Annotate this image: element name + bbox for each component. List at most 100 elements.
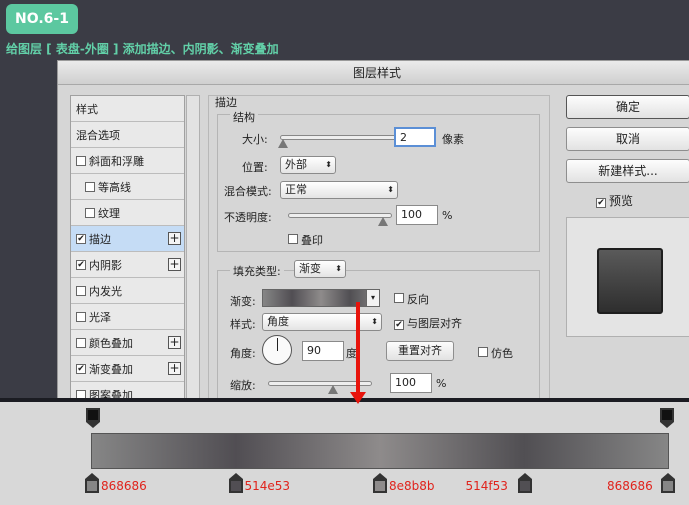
gradient-dropdown-icon[interactable]: ▾ xyxy=(366,289,380,307)
checkbox-icon: ✔ xyxy=(394,320,404,330)
checkbox-icon[interactable] xyxy=(76,155,86,166)
updown-icon: ⬍ xyxy=(325,160,332,169)
reverse-checkbox[interactable]: 反向 xyxy=(394,291,429,307)
dialog-title: 图层样式 xyxy=(58,61,689,85)
overprint-label: 叠印 xyxy=(301,234,323,247)
plus-icon[interactable]: + xyxy=(168,362,181,375)
style-item-0[interactable]: 样式 xyxy=(71,96,184,122)
checkbox-icon[interactable]: ✔ xyxy=(76,363,86,374)
style-preview xyxy=(566,217,689,337)
style-item-10[interactable]: ✔ 渐变叠加 + xyxy=(71,356,184,382)
preview-label: 预览 xyxy=(609,194,634,208)
preview-swatch xyxy=(597,248,663,314)
color-stop-3[interactable] xyxy=(517,473,532,495)
annotation-arrowhead xyxy=(350,392,366,404)
style-item-5[interactable]: ✔ 描边 + xyxy=(71,226,184,252)
style-item-2[interactable]: 斜面和浮雕 xyxy=(71,148,184,174)
cancel-button[interactable]: 取消 xyxy=(566,127,689,151)
reset-align-button[interactable]: 重置对齐 xyxy=(386,341,454,361)
structure-label: 结构 xyxy=(230,109,258,125)
stop-triangle-icon xyxy=(86,422,100,428)
annotation-arrow xyxy=(356,302,360,394)
opacity-slider[interactable] xyxy=(288,213,392,218)
updown-icon: ⬍ xyxy=(371,317,378,326)
position-label: 位置: xyxy=(242,161,268,174)
new-style-button[interactable]: 新建样式... xyxy=(566,159,689,183)
overprint-checkbox[interactable]: 叠印 xyxy=(288,232,323,248)
divider xyxy=(0,398,689,402)
plus-icon[interactable]: + xyxy=(168,258,181,271)
dither-checkbox[interactable]: 仿色 xyxy=(478,345,513,361)
checkbox-icon: ✔ xyxy=(596,198,606,208)
scale-unit: % xyxy=(436,377,447,390)
blend-mode-label: 混合模式: xyxy=(224,185,272,198)
updown-icon: ⬍ xyxy=(335,264,342,273)
stop-square-icon xyxy=(86,408,100,422)
align-checkbox[interactable]: ✔ 与图层对齐 xyxy=(394,315,462,331)
style-item-label: 内阴影 xyxy=(89,258,122,272)
style-item-label: 纹理 xyxy=(98,206,120,220)
stop-square-icon xyxy=(373,479,387,493)
angle-label: 角度: xyxy=(230,347,256,360)
gradient-preview[interactable] xyxy=(262,289,380,307)
size-input[interactable]: 2 xyxy=(394,127,436,147)
gradient-label: 渐变: xyxy=(230,295,256,308)
checkbox-icon[interactable]: ✔ xyxy=(76,259,86,270)
updown-icon: ⬍ xyxy=(387,185,394,194)
color-stop-4[interactable] xyxy=(661,473,675,495)
style-item-8[interactable]: 光泽 xyxy=(71,304,184,330)
stop-square-icon xyxy=(517,479,532,493)
ok-button[interactable]: 确定 xyxy=(566,95,689,119)
style-item-6[interactable]: ✔ 内阴影 + xyxy=(71,252,184,278)
color-stop-label: 868686 xyxy=(607,479,653,493)
checkbox-icon[interactable] xyxy=(76,311,86,322)
color-stop-label: 8e8b8b xyxy=(389,479,435,493)
step-tag: NO.6-1 xyxy=(6,4,78,34)
plus-icon[interactable]: + xyxy=(168,336,181,349)
stop-square-icon xyxy=(228,479,243,493)
style-list: 样式 混合选项 斜面和浮雕 等高线 纹理 ✔ 描边 + ✔ 内阴影 + 内发光 光泽 颜色叠加 + ✔ 渐变叠加… xyxy=(70,95,185,405)
stop-square-icon xyxy=(85,479,99,493)
scale-slider-thumb[interactable] xyxy=(328,385,338,394)
style-item-label: 等高线 xyxy=(98,180,131,194)
color-stop-1[interactable] xyxy=(228,473,243,495)
size-slider[interactable] xyxy=(280,135,402,140)
blend-mode-value: 正常 xyxy=(285,183,307,196)
layer-style-dialog: 图层样式 样式 混合选项 斜面和浮雕 等高线 纹理 ✔ 描边 + ✔ 内阴影 + 内发光 光泽 颜色叠加 +… xyxy=(57,60,689,410)
checkbox-icon[interactable] xyxy=(76,337,86,348)
style-item-1[interactable]: 混合选项 xyxy=(71,122,184,148)
reverse-label: 反向 xyxy=(407,293,429,306)
color-stop-0[interactable] xyxy=(85,473,99,495)
style-item-label: 颜色叠加 xyxy=(89,336,133,350)
opacity-stop-right[interactable] xyxy=(660,408,674,428)
position-select[interactable]: 外部 ⬍ xyxy=(280,156,336,174)
checkbox-icon[interactable] xyxy=(76,285,86,296)
style-item-3[interactable]: 等高线 xyxy=(71,174,184,200)
checkbox-icon[interactable] xyxy=(85,207,95,218)
opacity-stop-left[interactable] xyxy=(86,408,100,428)
opacity-input[interactable]: 100 xyxy=(396,205,438,225)
fill-type-select[interactable]: 渐变 ⬍ xyxy=(294,260,346,278)
angle-input[interactable]: 90 xyxy=(302,341,344,361)
gradient-bar[interactable] xyxy=(91,433,669,469)
fill-type-label: 填充类型: xyxy=(230,263,284,279)
checkbox-icon[interactable]: ✔ xyxy=(76,233,86,244)
preview-checkbox[interactable]: ✔ 预览 xyxy=(596,192,633,209)
gradient-style-select[interactable]: 角度 ⬍ xyxy=(262,313,382,331)
angle-dial[interactable] xyxy=(262,335,292,365)
blend-mode-select[interactable]: 正常 ⬍ xyxy=(280,181,398,199)
scale-input[interactable]: 100 xyxy=(390,373,432,393)
style-item-4[interactable]: 纹理 xyxy=(71,200,184,226)
checkbox-icon[interactable] xyxy=(85,181,95,192)
color-stop-2[interactable] xyxy=(373,473,387,495)
align-label: 与图层对齐 xyxy=(407,317,462,330)
color-stop-label: 868686 xyxy=(101,479,147,493)
style-item-7[interactable]: 内发光 xyxy=(71,278,184,304)
style-item-label: 渐变叠加 xyxy=(89,362,133,376)
opacity-slider-thumb[interactable] xyxy=(378,217,388,226)
style-item-9[interactable]: 颜色叠加 + xyxy=(71,330,184,356)
dither-label: 仿色 xyxy=(491,347,513,360)
style-list-scrollbar[interactable] xyxy=(186,95,200,405)
plus-icon[interactable]: + xyxy=(168,232,181,245)
size-slider-thumb[interactable] xyxy=(278,139,288,148)
